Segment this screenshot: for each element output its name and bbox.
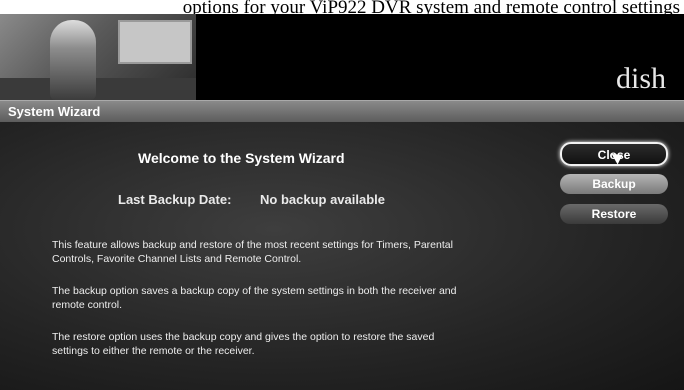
restore-description: The restore option uses the backup copy … bbox=[52, 331, 435, 357]
dish-logo: dish bbox=[615, 62, 666, 95]
backup-description: The backup option saves a backup copy of… bbox=[52, 285, 457, 311]
description-paragraph: This feature allows backup and restore o… bbox=[52, 239, 453, 265]
welcome-heading: Welcome to the System Wizard bbox=[138, 150, 345, 166]
restore-button[interactable]: Restore bbox=[560, 204, 668, 224]
backup-button[interactable]: Backup bbox=[560, 174, 668, 194]
wizard-content: Welcome to the System Wizard Last Backup… bbox=[0, 122, 684, 390]
header-photo bbox=[0, 14, 196, 100]
window-title: System Wizard bbox=[8, 104, 101, 119]
title-bar: System Wizard bbox=[0, 100, 684, 123]
last-backup-value: No backup available bbox=[260, 192, 385, 207]
header-banner: dish bbox=[0, 14, 684, 100]
last-backup-label: Last Backup Date: bbox=[118, 192, 232, 207]
